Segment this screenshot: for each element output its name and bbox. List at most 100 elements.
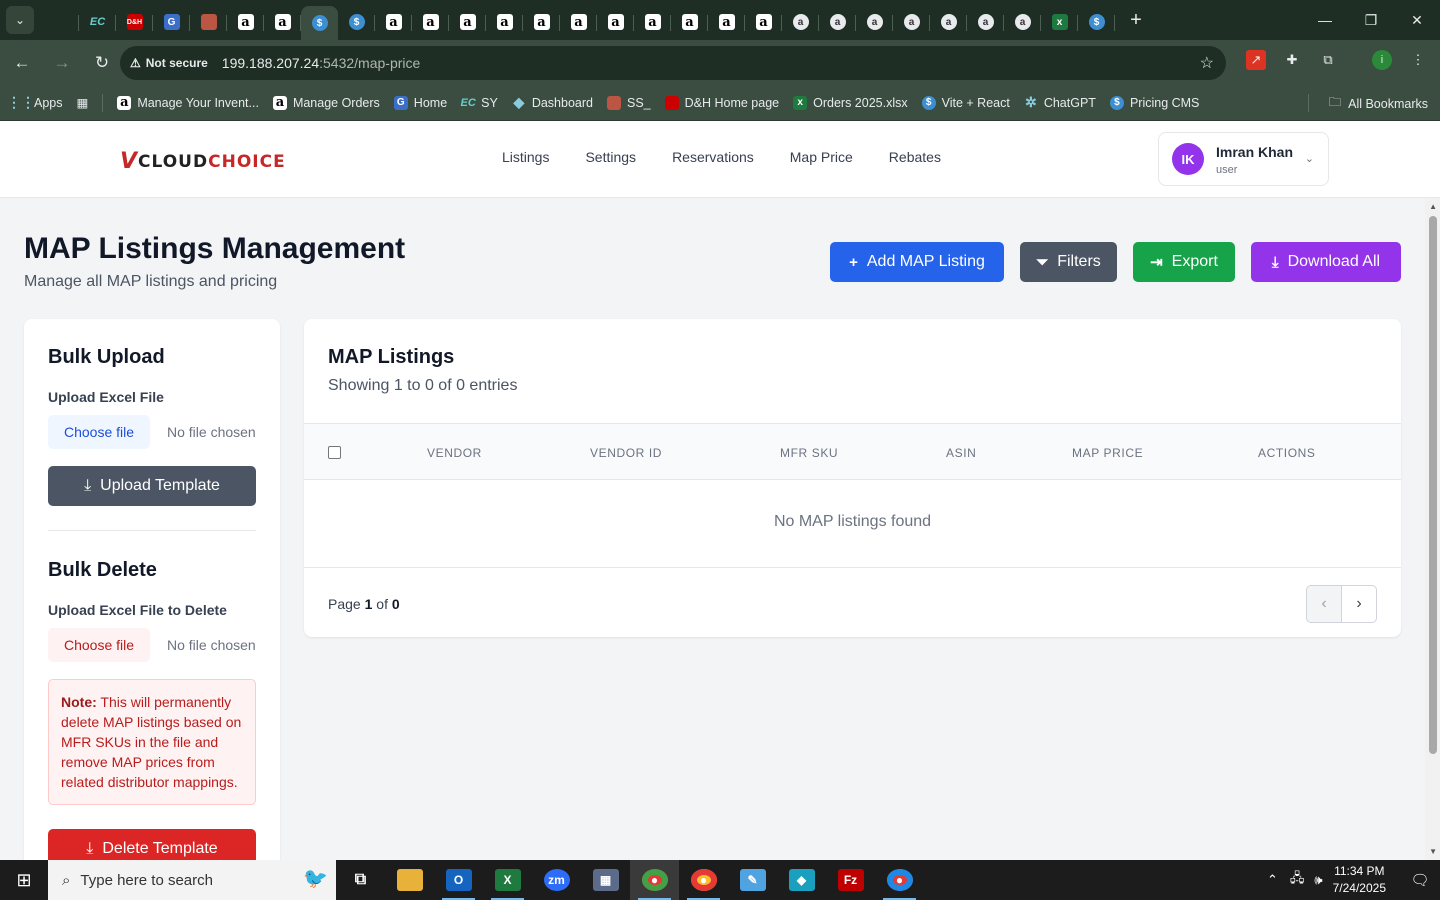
delete-choose-file-button[interactable]: Choose file [48, 628, 150, 662]
clock[interactable]: 11:34 PM 7/24/2025 [1333, 863, 1386, 897]
all-bookmarks-button[interactable]: 🗀 All Bookmarks [1329, 93, 1428, 114]
page-scrollbar[interactable]: ▲ ▼ [1425, 198, 1440, 860]
chrome-alt-icon[interactable]: ● [875, 860, 924, 900]
browser-tab[interactable]: a [523, 6, 560, 38]
extensions-puzzle-icon[interactable]: ⧉ [1318, 50, 1338, 70]
notepad-icon[interactable]: ✎ [728, 860, 777, 900]
browser-tab[interactable] [42, 6, 79, 38]
browser-tab[interactable]: a [967, 6, 1004, 38]
scroll-up-icon[interactable]: ▲ [1429, 202, 1437, 211]
extension-blue-icon[interactable]: ✚ [1282, 50, 1302, 70]
browser-tab[interactable]: a [412, 6, 449, 38]
nav-map-price[interactable]: Map Price [772, 149, 871, 165]
bookmark-item[interactable]: SS_ [606, 95, 651, 110]
forward-icon[interactable]: → [44, 45, 80, 81]
bookmark-item[interactable]: D&H Home page [664, 95, 779, 110]
bookmark-item[interactable]: a Manage Your Invent... [117, 95, 259, 110]
tray-chevron-icon[interactable]: ⌃ [1267, 872, 1278, 888]
chrome-menu-icon[interactable]: ⋮ [1408, 50, 1428, 70]
address-bar[interactable]: ⚠ Not secure 199.188.207.24:5432/map-pric… [120, 46, 1226, 80]
grid-icon[interactable]: ▦ [77, 95, 89, 110]
browser-tab[interactable]: a [930, 6, 967, 38]
bookmark-star-icon[interactable]: ☆ [1200, 53, 1214, 73]
browser-tab[interactable]: a [819, 6, 856, 38]
browser-tab[interactable]: EC [79, 6, 116, 38]
browser-tab[interactable]: D&H [116, 6, 153, 38]
nav-listings[interactable]: Listings [484, 149, 567, 165]
bookmark-item[interactable]: ◆ Dashboard [512, 94, 593, 110]
cloudchoice-logo[interactable]: V cloudchoice [120, 149, 286, 174]
new-tab-button[interactable]: + [1119, 9, 1153, 32]
restore-icon[interactable]: ❐ [1348, 0, 1394, 40]
user-menu[interactable]: IK Imran Khan user ⌄ [1158, 132, 1329, 186]
filters-button[interactable]: ⏷ Filters [1020, 242, 1117, 282]
chrome-profile-icon[interactable]: ● [679, 860, 728, 900]
browser-tab[interactable]: a [671, 6, 708, 38]
bookmark-item[interactable]: a Manage Orders [272, 95, 380, 110]
volume-icon[interactable]: 🕪 [1314, 872, 1322, 888]
column-map-price[interactable]: MAP PRICE [1072, 446, 1143, 460]
bookmark-item[interactable]: $ Vite + React [921, 95, 1010, 110]
browser-tab[interactable] [190, 6, 227, 38]
extension-red-icon[interactable]: ↗ [1246, 50, 1266, 70]
browser-tab[interactable]: a [708, 6, 745, 38]
browser-tab[interactable]: a [893, 6, 930, 38]
nav-rebates[interactable]: Rebates [871, 149, 959, 165]
back-icon[interactable]: ← [4, 45, 40, 81]
browser-tab[interactable]: a [449, 6, 486, 38]
upload-choose-file-button[interactable]: Choose file [48, 415, 150, 449]
browser-tab[interactable]: a [227, 6, 264, 38]
browser-tab[interactable]: a [264, 6, 301, 38]
browser-tab[interactable]: $ [1078, 6, 1115, 38]
scroll-down-icon[interactable]: ▼ [1429, 847, 1437, 856]
filezilla-icon[interactable]: Fz [826, 860, 875, 900]
browser-tab[interactable]: a [597, 6, 634, 38]
notifications-icon[interactable]: 🗨 [1400, 871, 1440, 889]
column-vendor[interactable]: VENDOR [427, 446, 482, 460]
file-explorer-icon[interactable] [385, 860, 434, 900]
nav-reservations[interactable]: Reservations [654, 149, 772, 165]
next-page-button[interactable]: › [1341, 585, 1377, 623]
calculator-icon[interactable]: ▦ [581, 860, 630, 900]
browser-tab[interactable]: a [634, 6, 671, 38]
export-button[interactable]: ⇥ Export [1133, 242, 1235, 282]
browser-tab[interactable]: a [486, 6, 523, 38]
download-all-button[interactable]: ⤓ Download All [1251, 242, 1401, 282]
taskbar-search[interactable]: ⌕ Type here to search 🐦 [48, 860, 336, 900]
chrome-icon[interactable]: ● [630, 860, 679, 900]
kite-app-icon[interactable]: ◆ [777, 860, 826, 900]
browser-tab[interactable]: G [153, 6, 190, 38]
delete-template-button[interactable]: ⤓ Delete Template [48, 829, 256, 860]
browser-tab[interactable]: $ [338, 6, 375, 38]
upload-template-button[interactable]: ⤓ Upload Template [48, 466, 256, 506]
browser-tab[interactable]: a [1004, 6, 1041, 38]
bookmark-item[interactable]: G Home [393, 95, 447, 110]
excel-icon[interactable]: X [483, 860, 532, 900]
scrollbar-thumb[interactable] [1429, 216, 1437, 754]
prev-page-button[interactable]: ‹ [1306, 585, 1342, 623]
browser-tab[interactable]: $ [301, 6, 338, 40]
browser-tab[interactable]: a [375, 6, 412, 38]
bookmark-item[interactable]: EC SY [461, 96, 498, 110]
reload-icon[interactable]: ↻ [84, 45, 120, 81]
zoom-icon[interactable]: zm [532, 860, 581, 900]
browser-tab[interactable]: a [560, 6, 597, 38]
column-asin[interactable]: ASIN [946, 446, 976, 460]
task-view-icon[interactable]: ⧉ [336, 860, 385, 900]
close-window-icon[interactable]: ✕ [1394, 0, 1440, 40]
windows-start-icon[interactable]: ⊞ [0, 860, 48, 900]
tab-search-button[interactable]: ⌄ [6, 6, 34, 34]
bookmark-item[interactable]: x Orders 2025.xlsx [793, 95, 908, 110]
add-map-listing-button[interactable]: + Add MAP Listing [830, 242, 1004, 282]
nav-settings[interactable]: Settings [567, 149, 654, 165]
browser-tab[interactable]: a [782, 6, 819, 38]
bookmark-item[interactable]: ✲ ChatGPT [1024, 94, 1096, 110]
network-icon[interactable]: 🖧 [1290, 869, 1305, 891]
browser-tab[interactable]: a [856, 6, 893, 38]
browser-tab[interactable]: x [1041, 6, 1078, 38]
browser-tab[interactable]: a [745, 6, 782, 38]
select-all-checkbox[interactable] [328, 446, 341, 459]
column-vendor-id[interactable]: VENDOR ID [590, 446, 662, 460]
minimize-icon[interactable]: — [1302, 0, 1348, 40]
bookmark-item[interactable]: ⋮⋮ Apps [7, 94, 63, 110]
